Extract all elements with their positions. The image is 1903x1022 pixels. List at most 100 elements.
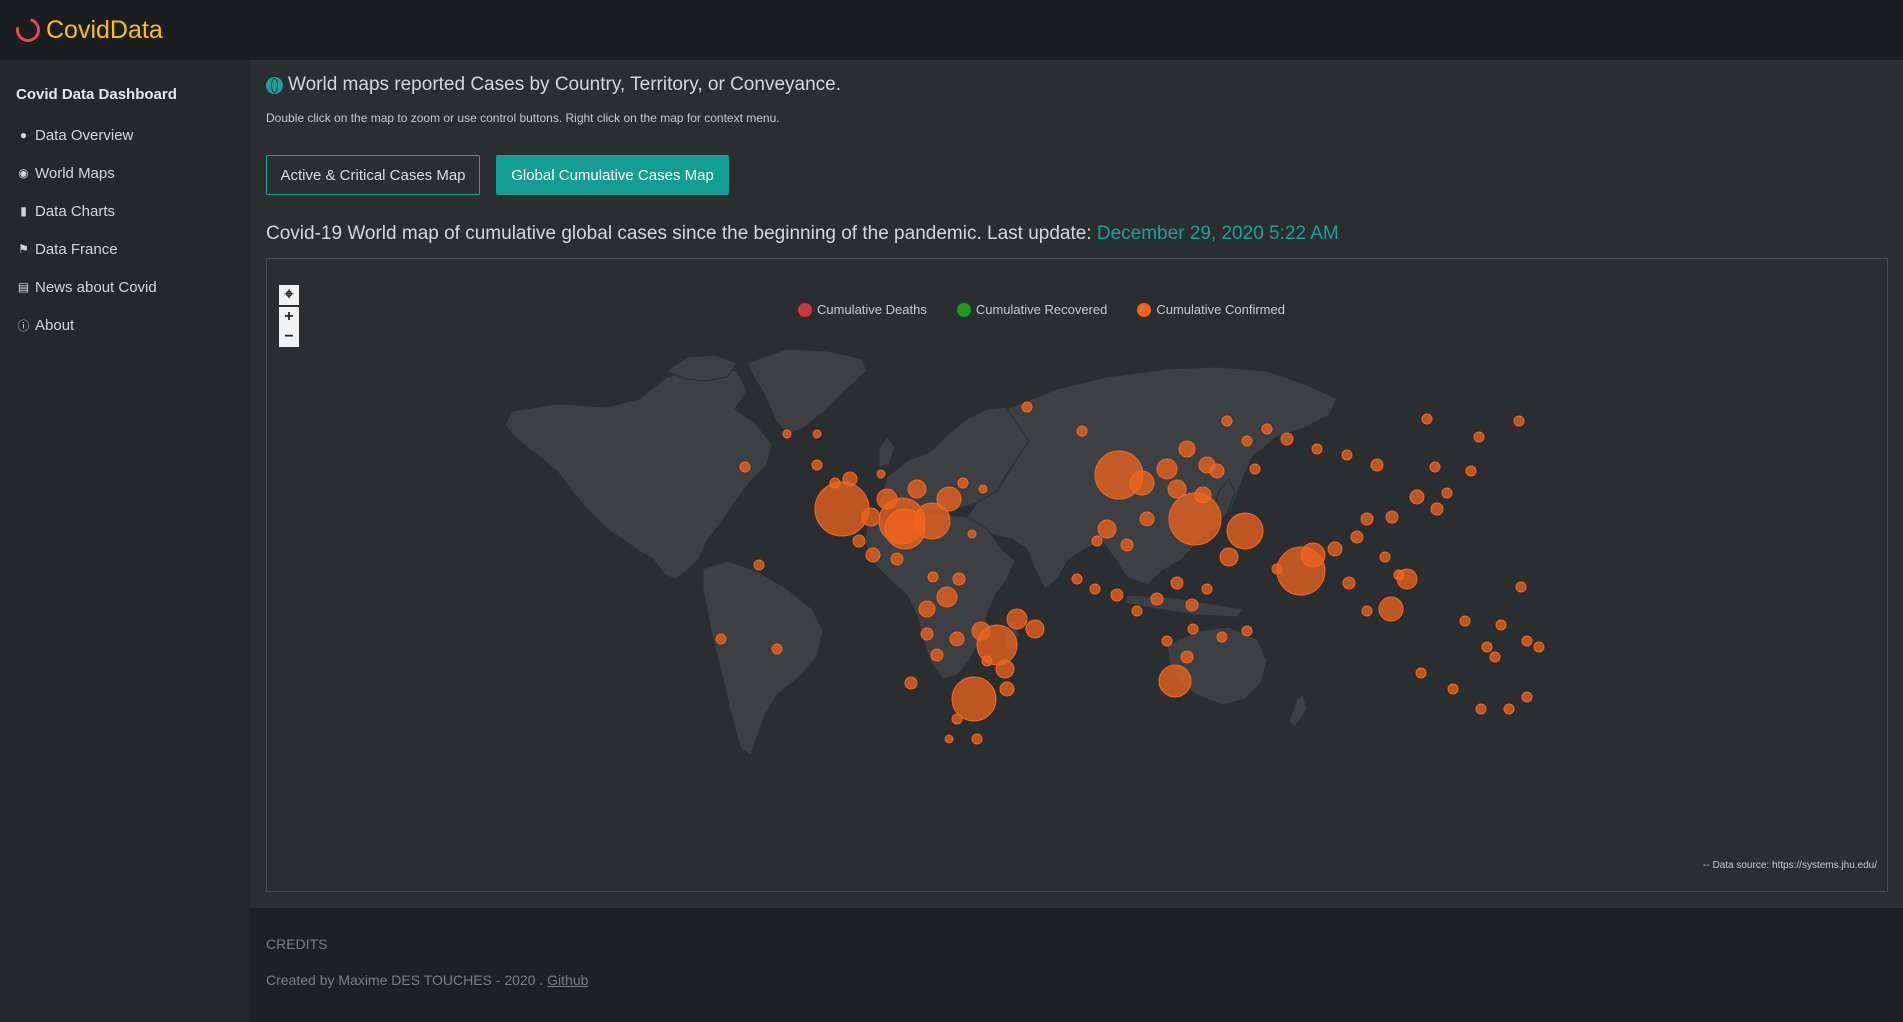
case-bubble[interactable] bbox=[1156, 458, 1178, 480]
sidebar-item-data-overview[interactable]: ● Data Overview bbox=[0, 116, 250, 154]
case-bubble[interactable] bbox=[1131, 605, 1143, 617]
reset-zoom-button[interactable]: ⌖ bbox=[279, 285, 299, 305]
case-bubble[interactable] bbox=[1150, 592, 1164, 606]
sidebar-item-data-charts[interactable]: ▮ Data Charts bbox=[0, 192, 250, 230]
sidebar-item-news[interactable]: ▤ News about Covid bbox=[0, 268, 250, 306]
case-bubble[interactable] bbox=[999, 681, 1015, 697]
case-bubble[interactable] bbox=[951, 713, 963, 725]
case-bubble[interactable] bbox=[771, 643, 783, 655]
case-bubble[interactable] bbox=[995, 659, 1015, 679]
case-bubble[interactable] bbox=[1006, 608, 1028, 630]
case-bubble[interactable] bbox=[1447, 683, 1459, 695]
case-bubble[interactable] bbox=[1180, 650, 1194, 664]
case-bubble[interactable] bbox=[1170, 576, 1184, 590]
world-map[interactable] bbox=[267, 259, 1887, 891]
case-bubble[interactable] bbox=[1361, 605, 1373, 617]
brand-name[interactable]: CovidData bbox=[46, 16, 163, 45]
case-bubble[interactable] bbox=[1441, 487, 1453, 499]
case-bubble[interactable] bbox=[1209, 463, 1225, 479]
sidebar-item-data-france[interactable]: ⚑ Data France bbox=[0, 230, 250, 268]
case-bubble[interactable] bbox=[814, 481, 870, 537]
case-bubble[interactable] bbox=[829, 477, 841, 489]
case-bubble[interactable] bbox=[918, 600, 936, 618]
case-bubble[interactable] bbox=[1300, 542, 1326, 568]
case-bubble[interactable] bbox=[957, 477, 969, 489]
zoom-in-button[interactable]: + bbox=[279, 307, 299, 327]
case-bubble[interactable] bbox=[1178, 440, 1196, 458]
case-bubble[interactable] bbox=[1120, 538, 1134, 552]
case-bubble[interactable] bbox=[884, 508, 926, 550]
github-link[interactable]: Github bbox=[547, 972, 588, 988]
case-bubble[interactable] bbox=[930, 648, 944, 662]
case-bubble[interactable] bbox=[1459, 615, 1471, 627]
case-bubble[interactable] bbox=[852, 534, 866, 548]
case-bubble[interactable] bbox=[1409, 489, 1425, 505]
case-bubble[interactable] bbox=[936, 586, 958, 608]
case-bubble[interactable] bbox=[876, 469, 886, 479]
case-bubble[interactable] bbox=[1076, 425, 1088, 437]
case-bubble[interactable] bbox=[978, 484, 988, 494]
case-bubble[interactable] bbox=[842, 471, 858, 487]
case-bubble[interactable] bbox=[1521, 635, 1533, 647]
case-bubble[interactable] bbox=[1091, 535, 1103, 547]
legend-item-confirmed[interactable]: Cumulative Confirmed bbox=[1137, 302, 1285, 317]
case-bubble[interactable] bbox=[1521, 691, 1533, 703]
case-bubble[interactable] bbox=[1221, 415, 1233, 427]
case-bubble[interactable] bbox=[715, 633, 727, 645]
case-bubble[interactable] bbox=[1219, 547, 1239, 567]
case-bubble[interactable] bbox=[1129, 470, 1155, 496]
case-bubble[interactable] bbox=[981, 655, 993, 667]
case-bubble[interactable] bbox=[1280, 432, 1294, 446]
case-bubble[interactable] bbox=[1201, 583, 1213, 595]
case-bubble[interactable] bbox=[1503, 703, 1515, 715]
case-bubble[interactable] bbox=[1249, 463, 1261, 475]
case-bubble[interactable] bbox=[1187, 623, 1199, 635]
case-bubble[interactable] bbox=[1025, 619, 1045, 639]
case-bubble[interactable] bbox=[811, 459, 823, 471]
case-bubble[interactable] bbox=[861, 507, 881, 527]
case-bubble[interactable] bbox=[1089, 583, 1101, 595]
case-bubble[interactable] bbox=[1429, 461, 1441, 473]
case-bubble[interactable] bbox=[1341, 449, 1353, 461]
case-bubble[interactable] bbox=[812, 429, 822, 439]
legend-item-deaths[interactable]: Cumulative Deaths bbox=[798, 302, 927, 317]
case-bubble[interactable] bbox=[1071, 573, 1083, 585]
case-bubble[interactable] bbox=[1194, 486, 1212, 504]
legend-item-recovered[interactable]: Cumulative Recovered bbox=[956, 302, 1107, 317]
case-bubble[interactable] bbox=[927, 571, 939, 583]
case-bubble[interactable] bbox=[753, 559, 765, 571]
case-bubble[interactable] bbox=[1216, 631, 1228, 643]
case-bubble[interactable] bbox=[1396, 568, 1418, 590]
case-bubble[interactable] bbox=[1489, 651, 1501, 663]
case-bubble[interactable] bbox=[1226, 512, 1264, 550]
case-bubble[interactable] bbox=[952, 572, 966, 586]
case-bubble[interactable] bbox=[1465, 465, 1477, 477]
case-bubble[interactable] bbox=[1241, 625, 1253, 637]
case-bubble[interactable] bbox=[1139, 511, 1155, 527]
case-bubble[interactable] bbox=[1370, 458, 1384, 472]
case-bubble[interactable] bbox=[1168, 492, 1222, 546]
case-bubble[interactable] bbox=[865, 547, 881, 563]
case-bubble[interactable] bbox=[1513, 415, 1525, 427]
case-bubble[interactable] bbox=[1481, 641, 1493, 653]
sidebar-item-world-maps[interactable]: ◉ World Maps bbox=[0, 154, 250, 192]
case-bubble[interactable] bbox=[1421, 413, 1433, 425]
case-bubble[interactable] bbox=[1430, 502, 1444, 516]
case-bubble[interactable] bbox=[967, 529, 977, 539]
global-cumulative-map-button[interactable]: Global Cumulative Cases Map bbox=[496, 155, 729, 195]
case-bubble[interactable] bbox=[1473, 431, 1485, 443]
case-bubble[interactable] bbox=[1385, 510, 1399, 524]
case-bubble[interactable] bbox=[944, 734, 954, 744]
case-bubble[interactable] bbox=[920, 627, 934, 641]
case-bubble[interactable] bbox=[1515, 581, 1527, 593]
case-bubble[interactable] bbox=[1350, 530, 1364, 544]
case-bubble[interactable] bbox=[739, 461, 751, 473]
case-bubble[interactable] bbox=[1241, 435, 1253, 447]
case-bubble[interactable] bbox=[782, 429, 792, 439]
case-bubble[interactable] bbox=[936, 486, 962, 512]
case-bubble[interactable] bbox=[1475, 703, 1487, 715]
case-bubble[interactable] bbox=[1327, 541, 1343, 557]
active-critical-map-button[interactable]: Active & Critical Cases Map bbox=[266, 155, 480, 195]
case-bubble[interactable] bbox=[876, 488, 898, 510]
case-bubble[interactable] bbox=[1261, 423, 1273, 435]
